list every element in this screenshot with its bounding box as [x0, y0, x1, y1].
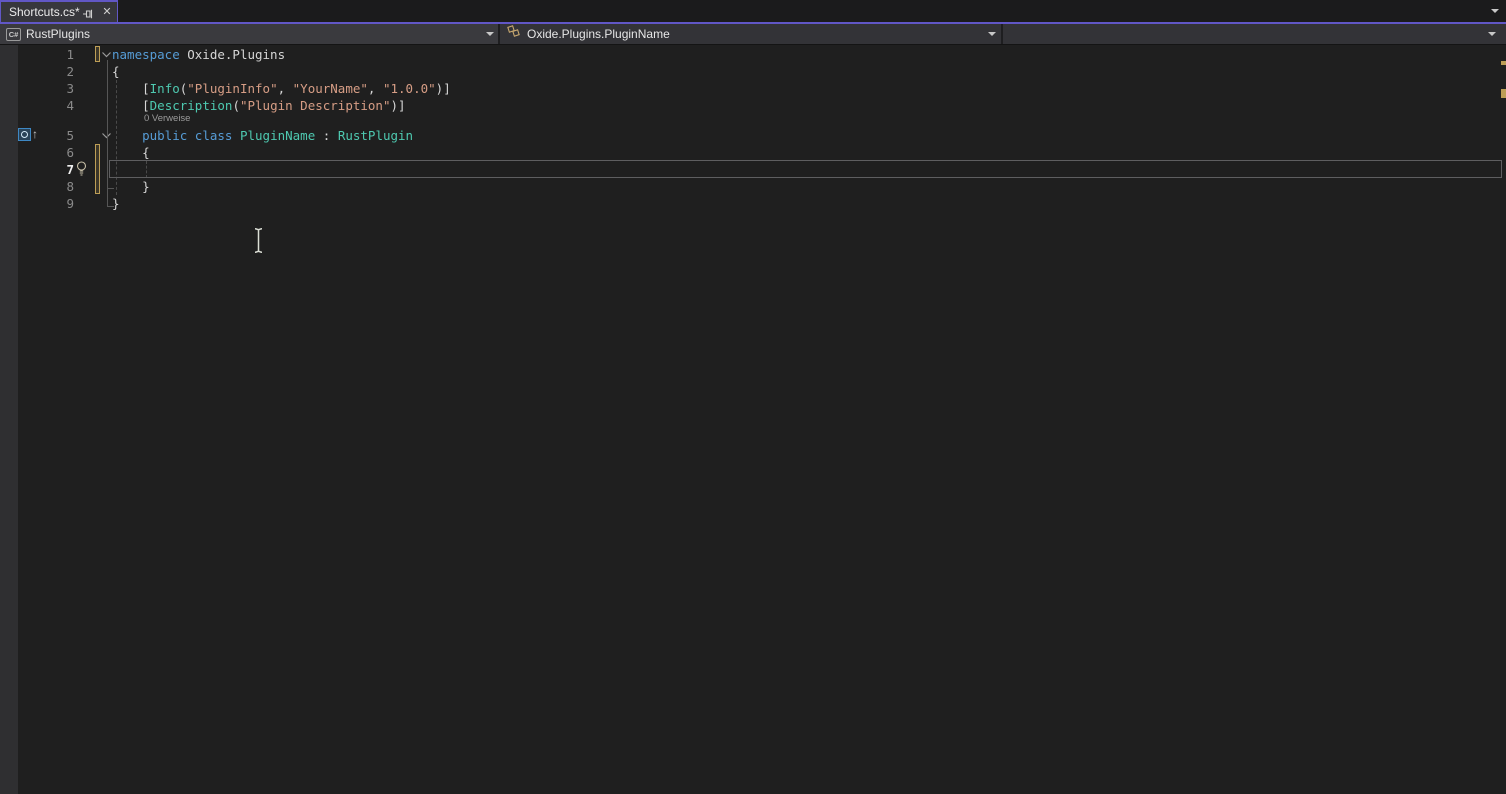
- member-dropdown[interactable]: [1003, 24, 1506, 44]
- code-token-plain: [112, 128, 142, 143]
- codelens-references-link[interactable]: 0 Verweise: [144, 112, 190, 126]
- code-token-plain: :: [315, 128, 338, 143]
- ibeam-mouse-cursor: [252, 227, 265, 254]
- code-line[interactable]: }: [112, 195, 120, 212]
- dropdown-arrow-icon[interactable]: [1488, 32, 1496, 36]
- code-token-plain: )]: [390, 98, 405, 113]
- line-number[interactable]: 3: [46, 80, 74, 97]
- dropdown-arrow-icon[interactable]: [486, 32, 494, 36]
- tab-title: Shortcuts.cs*: [1, 5, 80, 19]
- project-dropdown-label: RustPlugins: [26, 27, 90, 41]
- code-token-plain: {: [112, 64, 120, 79]
- code-token-plain: [: [112, 81, 150, 96]
- code-token-plain: (: [232, 98, 240, 113]
- code-token-string: "1.0.0": [383, 81, 436, 96]
- code-token-type: RustPlugin: [338, 128, 413, 143]
- override-circle-icon: [21, 131, 28, 138]
- outlining-region-line: [107, 60, 108, 207]
- line-number[interactable]: 9: [46, 195, 74, 212]
- change-tracking-bar: [95, 144, 100, 194]
- code-token-type: Description: [150, 98, 233, 113]
- code-token-plain: }: [112, 179, 150, 194]
- code-line[interactable]: {: [112, 63, 120, 80]
- tab-bar: Shortcuts.cs* ✕: [0, 0, 1506, 22]
- code-token-plain: [232, 128, 240, 143]
- code-token-string: "Plugin Description": [240, 98, 391, 113]
- code-token-plain: ,: [278, 81, 293, 96]
- csharp-project-icon: C#: [6, 28, 21, 41]
- code-token-plain: [187, 128, 195, 143]
- type-dropdown-label: Oxide.Plugins.PluginName: [527, 27, 670, 41]
- close-icon[interactable]: ✕: [100, 4, 114, 20]
- line-number[interactable]: 8: [46, 178, 74, 195]
- code-token-type: Info: [150, 81, 180, 96]
- navigation-bar: C# RustPlugins Oxide.Plugins.PluginName: [0, 24, 1506, 45]
- code-line[interactable]: {: [112, 144, 150, 161]
- up-arrow-icon: ↑: [32, 127, 38, 141]
- line-number[interactable]: 6: [46, 144, 74, 161]
- code-line[interactable]: }: [112, 178, 150, 195]
- class-icon: [506, 25, 522, 44]
- code-token-plain: [: [112, 98, 150, 113]
- pin-icon[interactable]: [82, 7, 94, 19]
- line-number[interactable]: 5: [46, 127, 74, 144]
- project-dropdown[interactable]: C# RustPlugins: [0, 24, 498, 44]
- code-token-keyword: class: [195, 128, 233, 143]
- breakpoint-margin[interactable]: [0, 45, 18, 794]
- tab-list-dropdown-icon[interactable]: [1491, 9, 1499, 13]
- line-number[interactable]: 4: [46, 97, 74, 114]
- code-line[interactable]: namespace Oxide.Plugins: [112, 46, 285, 63]
- line-number[interactable]: 7: [46, 161, 74, 178]
- lightbulb-icon[interactable]: [75, 161, 88, 176]
- line-number[interactable]: 1: [46, 46, 74, 63]
- override-indicator-icon[interactable]: [18, 128, 31, 141]
- code-line[interactable]: public class PluginName : RustPlugin: [112, 127, 413, 144]
- code-token-type: PluginName: [240, 128, 315, 143]
- type-dropdown[interactable]: Oxide.Plugins.PluginName: [500, 24, 1001, 44]
- code-token-plain: }: [112, 196, 120, 211]
- code-editor[interactable]: [0, 45, 1506, 794]
- code-token-keyword: public: [142, 128, 187, 143]
- line-number[interactable]: 2: [46, 63, 74, 80]
- dropdown-arrow-icon[interactable]: [988, 32, 996, 36]
- code-token-plain: )]: [436, 81, 451, 96]
- code-token-plain: {: [112, 145, 150, 160]
- code-token-string: "PluginInfo": [187, 81, 277, 96]
- current-line-highlight: [109, 160, 1502, 178]
- code-token-keyword: namespace: [112, 47, 180, 62]
- code-token-string: "YourName": [293, 81, 368, 96]
- change-tracking-bar: [95, 46, 100, 62]
- collapse-chevron-icon[interactable]: [101, 51, 112, 59]
- scrollbar-change-mark: [1501, 89, 1506, 98]
- code-token-plain: ,: [368, 81, 383, 96]
- visual-studio-editor-window: Shortcuts.cs* ✕ C# RustPlugins: [0, 0, 1506, 794]
- scrollbar-change-mark: [1501, 61, 1506, 65]
- tab-shortcuts-cs[interactable]: Shortcuts.cs* ✕: [0, 0, 118, 22]
- code-token-plain: Oxide.Plugins: [180, 47, 285, 62]
- code-line[interactable]: [Info("PluginInfo", "YourName", "1.0.0")…: [112, 80, 451, 97]
